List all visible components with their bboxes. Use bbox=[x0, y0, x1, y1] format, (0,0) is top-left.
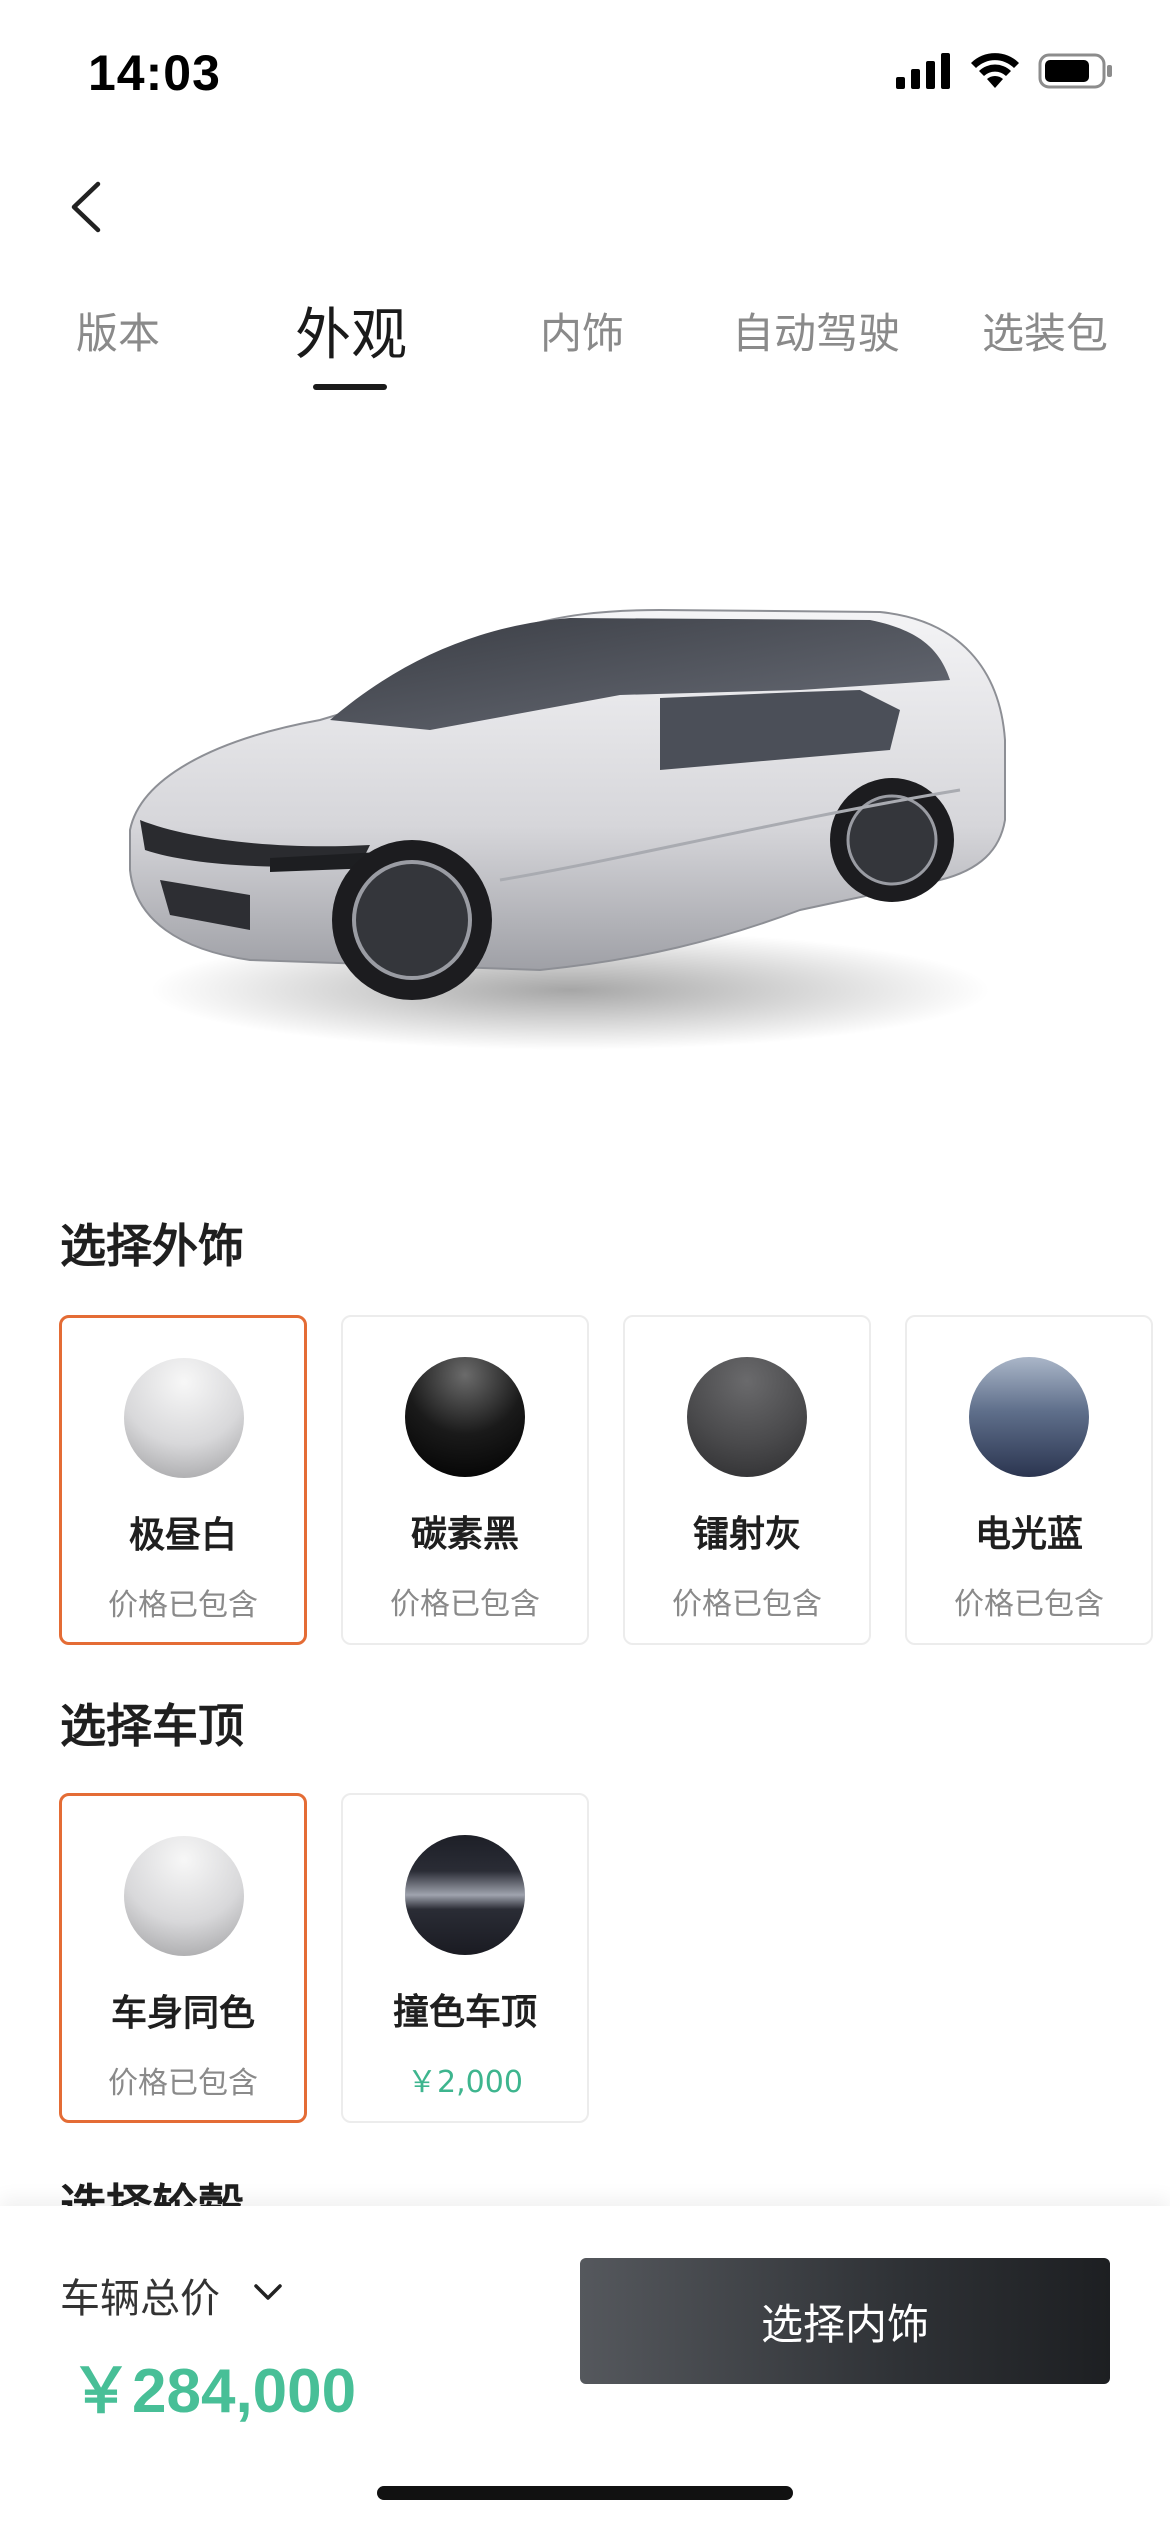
roof-section-title: 选择车顶 bbox=[60, 1699, 244, 1753]
status-icons bbox=[896, 52, 1114, 90]
option-name: 车身同色 bbox=[110, 1993, 255, 2034]
color-swatch bbox=[405, 1357, 525, 1477]
option-name: 极昼白 bbox=[128, 1515, 237, 1556]
back-button[interactable] bbox=[58, 172, 128, 242]
color-swatch bbox=[969, 1357, 1089, 1477]
color-swatch bbox=[687, 1357, 807, 1477]
chevron-down-icon[interactable] bbox=[248, 2272, 288, 2312]
color-swatch bbox=[124, 1836, 244, 1956]
car-preview-image bbox=[100, 520, 1040, 1080]
roof-option-body-color[interactable]: 车身同色 价格已包含 bbox=[59, 1793, 307, 2123]
option-price: ￥2,000 bbox=[407, 2065, 523, 2100]
exterior-option-electric-blue[interactable]: 电光蓝 价格已包含 bbox=[905, 1315, 1153, 1645]
option-price: 价格已包含 bbox=[108, 1588, 258, 1623]
tab-exterior[interactable]: 外观 bbox=[295, 290, 407, 371]
option-price: 价格已包含 bbox=[108, 2066, 258, 2101]
total-price-value: ￥284,000 bbox=[70, 2357, 357, 2426]
option-price: 价格已包含 bbox=[672, 1587, 822, 1622]
home-indicator bbox=[377, 2486, 793, 2500]
option-price: 价格已包含 bbox=[954, 1587, 1104, 1622]
tab-interior[interactable]: 内饰 bbox=[540, 300, 624, 361]
tab-version[interactable]: 版本 bbox=[76, 300, 160, 361]
select-interior-button[interactable]: 选择内饰 bbox=[580, 2258, 1110, 2384]
option-name: 电光蓝 bbox=[974, 1514, 1083, 1555]
chevron-left-icon bbox=[71, 181, 101, 233]
option-name: 撞色车顶 bbox=[392, 1992, 537, 2033]
total-price-label[interactable]: 车辆总价 bbox=[60, 2266, 220, 2324]
option-name: 镭射灰 bbox=[692, 1514, 801, 1555]
cellular-signal-icon bbox=[896, 53, 950, 89]
tab-option-packages[interactable]: 选装包 bbox=[982, 300, 1108, 361]
color-swatch bbox=[124, 1358, 244, 1478]
option-price: 价格已包含 bbox=[390, 1587, 540, 1622]
exterior-option-laser-gray[interactable]: 镭射灰 价格已包含 bbox=[623, 1315, 871, 1645]
active-tab-indicator bbox=[313, 384, 387, 390]
exterior-section-title: 选择外饰 bbox=[60, 1219, 244, 1273]
tab-autopilot[interactable]: 自动驾驶 bbox=[732, 300, 900, 361]
status-time: 14:03 bbox=[88, 45, 221, 101]
exterior-option-carbon-black[interactable]: 碳素黑 价格已包含 bbox=[341, 1315, 589, 1645]
battery-icon bbox=[1038, 53, 1112, 89]
color-swatch bbox=[405, 1835, 525, 1955]
roof-option-contrast-roof[interactable]: 撞色车顶 ￥2,000 bbox=[341, 1793, 589, 2123]
wifi-icon bbox=[971, 53, 1019, 88]
status-bar: 14:03 bbox=[0, 0, 1170, 150]
exterior-option-polar-white[interactable]: 极昼白 价格已包含 bbox=[59, 1315, 307, 1645]
bottom-price-bar: 车辆总价 ￥284,000 选择内饰 bbox=[0, 2206, 1170, 2532]
config-tabs: 版本 外观 内饰 自动驾驶 选装包 bbox=[0, 290, 1170, 400]
option-name: 碳素黑 bbox=[410, 1514, 519, 1555]
